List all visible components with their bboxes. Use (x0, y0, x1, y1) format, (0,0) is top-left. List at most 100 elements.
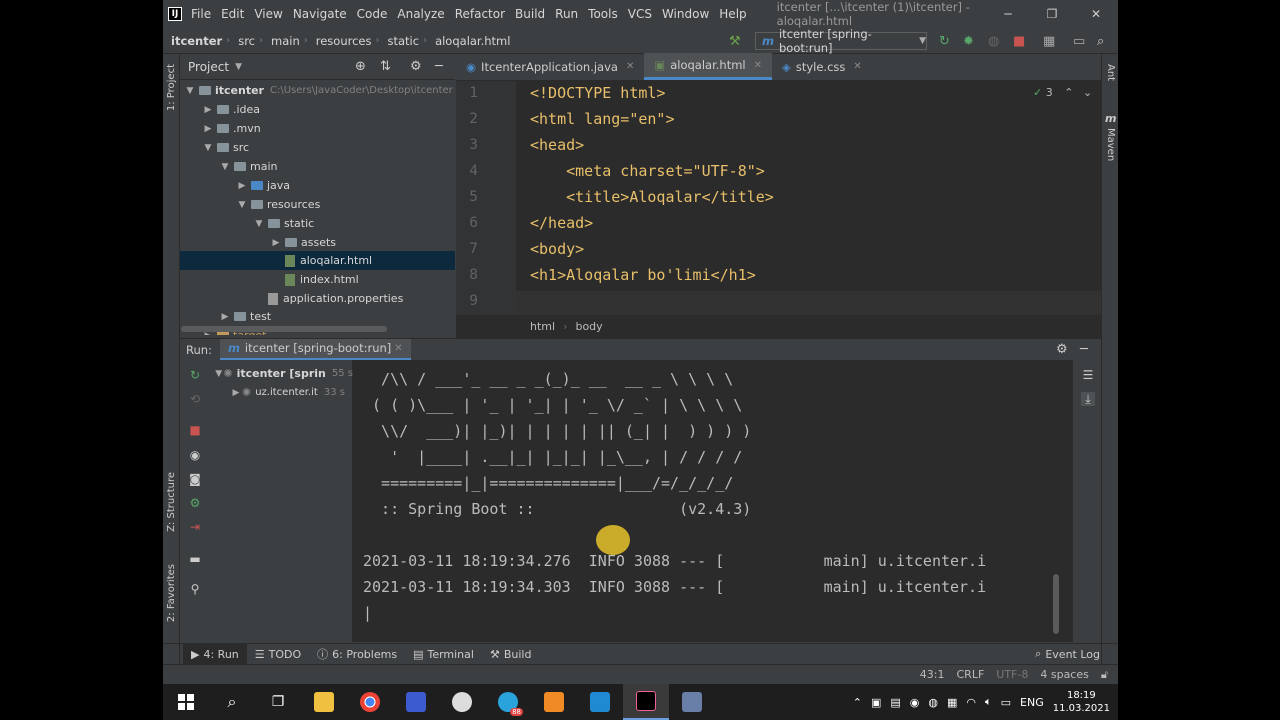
minimize-icon[interactable]: ─ (986, 7, 1030, 21)
structure-tool-tab[interactable]: Z: Structure (166, 472, 177, 532)
menu-vcs[interactable]: VCS (628, 7, 652, 21)
run-configuration-select[interactable]: m itcenter [spring-boot:run] ▼ (755, 27, 927, 55)
menu-run[interactable]: Run (555, 7, 578, 21)
run-tree-item[interactable]: ▶ ✺ uz.itcenter.it 33 s (208, 383, 353, 402)
crumb-resources[interactable]: resources (308, 34, 376, 48)
tree-item-application-properties[interactable]: application.properties (180, 289, 455, 308)
chevron-up-icon[interactable]: ⌃ (853, 696, 862, 709)
tray-app-icon[interactable]: ◍ (928, 696, 938, 709)
search-icon[interactable]: ⌕ (1097, 34, 1104, 49)
telegram-icon[interactable]: 88 (485, 684, 531, 720)
tree-item-main[interactable]: ▼ main (180, 157, 455, 176)
tree-item-index[interactable]: index.html (180, 270, 455, 289)
crumb-file[interactable]: aloqalar.html (427, 34, 514, 48)
tree-item-idea[interactable]: ▶ .idea (180, 100, 455, 119)
close-icon[interactable]: ✕ (754, 60, 762, 71)
chevron-down-icon[interactable]: ⌄ (1083, 86, 1092, 99)
tree-item-assets[interactable]: ▶ assets (180, 233, 455, 252)
project-panel-title[interactable]: Project (188, 60, 229, 74)
ant-tool-tab[interactable]: Ant (1105, 64, 1116, 81)
scroll-to-end-icon[interactable]: ⤓ (1081, 392, 1095, 406)
tree-item-java[interactable]: ▶ java (180, 176, 455, 195)
sublime-text-icon[interactable] (531, 684, 577, 720)
wifi-icon[interactable]: ◠ (966, 696, 976, 709)
menu-edit[interactable]: Edit (221, 7, 244, 21)
rerun-icon[interactable]: ↻ (188, 368, 202, 382)
indent-setting[interactable]: 4 spaces (1040, 668, 1089, 681)
project-structure-icon[interactable]: ▦ (1043, 34, 1055, 49)
locate-icon[interactable]: ⊕ (355, 59, 366, 74)
problems-tool-button[interactable]: ⓘ 6: Problems (309, 644, 405, 665)
tray-app-icon[interactable]: ▤ (890, 696, 900, 709)
breadcrumb-body[interactable]: body (575, 320, 602, 333)
soft-wrap-icon[interactable]: ☰ (1081, 368, 1095, 382)
eye-icon[interactable]: ◉ (188, 448, 202, 462)
run-tool-button[interactable]: ▶ 4: Run (183, 643, 247, 665)
menu-refactor[interactable]: Refactor (455, 7, 505, 21)
debug-icon[interactable]: ✹ (963, 34, 974, 49)
menu-view[interactable]: View (254, 7, 282, 21)
windows-start-icon[interactable] (163, 684, 209, 720)
layout-icon[interactable]: ▬ (188, 552, 202, 566)
menu-help[interactable]: Help (719, 7, 746, 21)
chevron-down-icon[interactable]: ▼ (235, 62, 242, 72)
inspection-indicator[interactable]: ✓ 3 ⌃ ⌄ (1033, 86, 1092, 99)
close-icon[interactable]: ✕ (853, 61, 861, 72)
build-tool-button[interactable]: ⚒ Build (482, 644, 540, 665)
crumb-main[interactable]: main (263, 34, 304, 48)
tree-item-static[interactable]: ▼ static (180, 214, 455, 233)
hide-panel-icon[interactable]: ─ (1080, 342, 1088, 357)
menu-window[interactable]: Window (662, 7, 709, 21)
tab-aloqalar[interactable]: ▣ aloqalar.html ✕ (644, 53, 772, 80)
stop-icon[interactable]: ■ (188, 423, 202, 437)
file-encoding[interactable]: UTF-8 (996, 668, 1028, 681)
file-explorer-icon[interactable] (301, 684, 347, 720)
line-separator[interactable]: CRLF (957, 668, 985, 681)
restore-icon[interactable]: ❐ (1030, 7, 1074, 21)
run-tab-spring-boot[interactable]: m itcenter [spring-boot:run] ✕ (219, 338, 411, 361)
notification-icon[interactable]: ▭ (1001, 696, 1011, 709)
search-icon[interactable]: ⌕ (209, 684, 255, 720)
menu-analyze[interactable]: Analyze (397, 7, 444, 21)
layout-icon[interactable]: ▭ (1073, 34, 1085, 49)
collapse-all-icon[interactable]: ⇅ (380, 59, 391, 74)
lock-icon[interactable]: 🔓︎ (1101, 668, 1108, 682)
volume-icon[interactable]: 🔈︎ (985, 695, 992, 709)
language-indicator[interactable]: ENG (1020, 696, 1044, 709)
breadcrumb-html[interactable]: html (530, 320, 555, 333)
terminal-tool-button[interactable]: ▤ Terminal (405, 644, 482, 665)
hammer-build-icon[interactable]: ⚒ (729, 34, 741, 49)
crumb-src[interactable]: src (230, 34, 259, 48)
tree-item-itcenter[interactable]: ▼ itcenter C:\Users\JavaCoder\Desktop\it… (180, 81, 455, 100)
tree-item-mvn[interactable]: ▶ .mvn (180, 119, 455, 138)
favorites-tool-tab[interactable]: 2: Favorites (166, 564, 177, 622)
tray-app-icon[interactable]: ▦ (947, 696, 957, 709)
hide-panel-icon[interactable]: ─ (435, 59, 443, 74)
tray-app-icon[interactable]: ◉ (910, 696, 920, 709)
app-window-icon[interactable] (669, 684, 715, 720)
chevron-up-icon[interactable]: ⌃ (1064, 86, 1073, 99)
intellij-taskbar-icon[interactable] (623, 684, 669, 720)
run-console[interactable]: /\\ / ___'_ __ _ _(_)_ __ __ _ \ \ \ \ (… (353, 360, 1073, 642)
menu-tools[interactable]: Tools (588, 7, 618, 21)
menu-file[interactable]: File (191, 7, 211, 21)
event-log-button[interactable]: ⌕ Event Log (1027, 644, 1108, 665)
menu-navigate[interactable]: Navigate (293, 7, 347, 21)
rerun-failed-icon[interactable]: ⟲ (188, 392, 202, 406)
menu-build[interactable]: Build (515, 7, 545, 21)
tree-item-aloqalar[interactable]: aloqalar.html (180, 251, 455, 270)
code-editor[interactable]: <!DOCTYPE html> <html lang="en"> <head> … (516, 81, 1101, 317)
maven-tool-tab[interactable]: Maven (1105, 128, 1116, 161)
chrome-icon[interactable] (347, 684, 393, 720)
run-tree-item[interactable]: ▼ ✺ itcenter [sprin 55 s (208, 364, 353, 383)
clock[interactable]: 18:19 11.03.2021 (1053, 689, 1110, 715)
gear-icon[interactable]: ⚙ (1056, 342, 1068, 357)
app-icon[interactable] (439, 684, 485, 720)
exit-icon[interactable]: ⇥ (188, 520, 202, 534)
caret-position[interactable]: 43:1 (920, 668, 945, 681)
tab-itcenter-application[interactable]: ◉ ItcenterApplication.java ✕ (456, 53, 644, 80)
gear-icon[interactable]: ⚙ (410, 59, 422, 74)
save-app-icon[interactable] (393, 684, 439, 720)
pin-icon[interactable]: ⚲ (188, 582, 202, 596)
stop-icon[interactable]: ■ (1013, 34, 1025, 49)
